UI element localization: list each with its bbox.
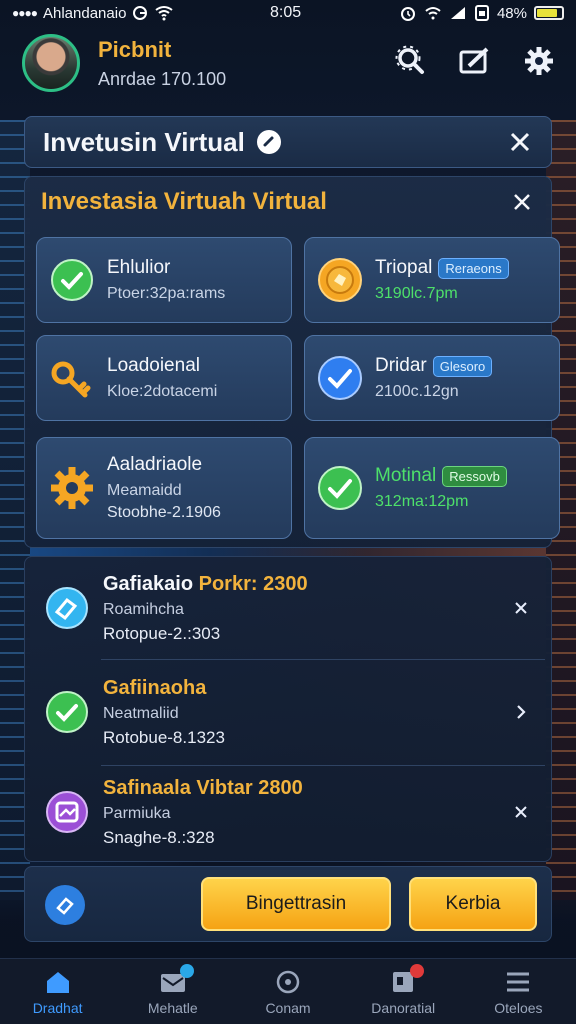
nav-label: Oteloes (494, 999, 543, 1016)
sim-icon (474, 5, 489, 21)
header-actions (394, 44, 556, 78)
card-subdetail: Stoobhe-2.1906 (107, 504, 221, 521)
card-detail: 2100c.12gn (375, 383, 459, 400)
item-title: Gafiakaio (103, 572, 194, 595)
card-title: Aaladriaole (107, 454, 203, 475)
main-panel-title: Investasia Virtuah Virtual (41, 188, 327, 215)
top-panel-title: Invetusin Virtual (43, 126, 245, 157)
document-icon (388, 963, 425, 996)
card-loadoienal[interactable]: Loadoienal Kloe:2dotacemi (36, 335, 292, 421)
search-icon (273, 968, 303, 996)
menu-icon (503, 968, 533, 996)
alarm-icon (400, 7, 415, 21)
card-title: Triopal (375, 257, 433, 278)
nav-item-dradhat[interactable]: Dradhat (0, 959, 115, 1024)
check-circle-icon (49, 257, 95, 303)
divider (101, 659, 545, 660)
mail-icon (158, 963, 194, 996)
item-subtitle: Parmiuka (103, 804, 171, 822)
avatar[interactable] (22, 34, 80, 92)
nav-item-danoratial[interactable]: Danoratial (346, 959, 461, 1024)
carrier-name: Ahlandanaio (43, 4, 127, 22)
check-circle-icon (317, 465, 363, 511)
card-title: Loadoienal (107, 355, 200, 376)
list-item[interactable]: Gafiakaio Porkr: 2300 Roamihcha Rotopue-… (25, 557, 553, 659)
nav-label: Conam (265, 999, 311, 1016)
check-circle-icon (317, 355, 363, 401)
nav-label: Dradhat (32, 999, 83, 1016)
signal-dots-icon: ●●●● (12, 6, 38, 20)
card-detail: Kloe:2dotacemi (107, 383, 218, 400)
top-panel: Invetusin Virtual (24, 116, 552, 168)
card-ehlulior[interactable]: Ehlulior Ptoer:32pa:rams (36, 237, 292, 323)
transaction-list: Gafiakaio Porkr: 2300 Roamihcha Rotopue-… (24, 556, 552, 862)
nav-item-conam[interactable]: Conam (230, 959, 345, 1024)
card-detail: Meamaidd (107, 482, 182, 499)
primary-action-button[interactable]: Bingettrasin (201, 877, 391, 931)
item-detail: Rotobue-8.1323 (103, 727, 225, 747)
item-title-accent: Porkr: 2300 (198, 572, 308, 595)
notification-dot (410, 963, 425, 978)
ticket-icon (45, 790, 89, 834)
nav-item-oteloes[interactable]: Oteloes (461, 959, 576, 1024)
check-circle-icon (45, 690, 89, 734)
list-item[interactable]: Gafiinaoha Neatmaliid Rotobue-8.1323 (25, 661, 553, 763)
profile-header[interactable]: Picbnit Anrdae 170.100 (22, 34, 226, 92)
card-title: Ehlulior (107, 257, 171, 278)
card-aaladriaole[interactable]: Aaladriaole Meamaidd Stoobhe-2.1906 (36, 437, 292, 539)
item-subtitle: Neatmaliid (103, 704, 179, 722)
notification-dot (179, 963, 194, 978)
home-icon (43, 968, 73, 996)
card-detail: 3190lc.7pm (375, 285, 458, 302)
main-panel: Investasia Virtuah Virtual Ehlulior Ptoe… (24, 176, 560, 548)
status-bar: ●●●● Ahlandanaio 8:05 48% (0, 0, 576, 26)
status-badge: Ressovb (442, 465, 507, 487)
edit-icon[interactable] (458, 44, 492, 78)
card-title: Motinal (375, 465, 437, 486)
profile-subtitle: Anrdae 170.100 (98, 68, 227, 89)
secondary-action-button[interactable]: Kerbia (409, 877, 537, 931)
item-detail: Snaghe-8.:328 (103, 827, 215, 847)
card-dridar[interactable]: Dridar Glesoro 2100c.12gn (304, 335, 560, 421)
g-network-icon (133, 6, 148, 20)
gear-icon (49, 465, 95, 511)
action-bar: Bingettrasin Kerbia (24, 866, 552, 942)
battery-percent: 48% (496, 4, 527, 22)
verified-icon (256, 130, 281, 154)
item-title: Gafiinaoha (103, 676, 207, 699)
close-icon[interactable] (509, 596, 533, 620)
battery-icon (534, 6, 564, 20)
gear-icon[interactable] (522, 44, 556, 78)
key-icon (49, 355, 95, 401)
coin-icon (317, 257, 363, 303)
status-badge: Reraeons (438, 257, 509, 279)
search-icon[interactable] (394, 44, 428, 78)
item-title: Safinaala Vibtar 2800 (103, 776, 303, 799)
bottom-nav: Dradhat Mehatle Conam Danoratial Oteloes (0, 958, 576, 1024)
item-detail: Rotopue-2.:303 (103, 623, 221, 643)
card-triopal[interactable]: Triopal Reraeons 3190lc.7pm (304, 237, 560, 323)
status-badge: Glesoro (432, 355, 493, 377)
item-subtitle: Roamihcha (103, 600, 184, 618)
card-title: Dridar (375, 355, 427, 376)
wifi-icon (155, 6, 174, 21)
ticket-icon (45, 586, 89, 630)
nav-label: Danoratial (371, 999, 436, 1016)
clock: 8:05 (270, 4, 302, 21)
close-main-panel-button[interactable] (509, 189, 535, 215)
close-icon[interactable] (509, 800, 533, 824)
chevron-right-icon[interactable] (509, 700, 533, 724)
list-item[interactable]: Safinaala Vibtar 2800 Parmiuka Snaghe-8.… (25, 761, 553, 863)
card-detail: Ptoer:32pa:rams (107, 285, 226, 302)
cell-signal-icon (450, 7, 465, 19)
wifi-small-icon (425, 7, 441, 20)
nav-label: Mehatle (147, 999, 198, 1016)
card-motinal[interactable]: Motinal Ressovb 312ma:12pm (304, 437, 560, 539)
card-detail: 312ma:12pm (375, 493, 469, 510)
profile-name: Picbnit (98, 36, 172, 62)
tag-icon[interactable] (45, 885, 85, 925)
nav-item-mehatle[interactable]: Mehatle (115, 959, 230, 1024)
close-top-panel-button[interactable] (507, 129, 533, 155)
